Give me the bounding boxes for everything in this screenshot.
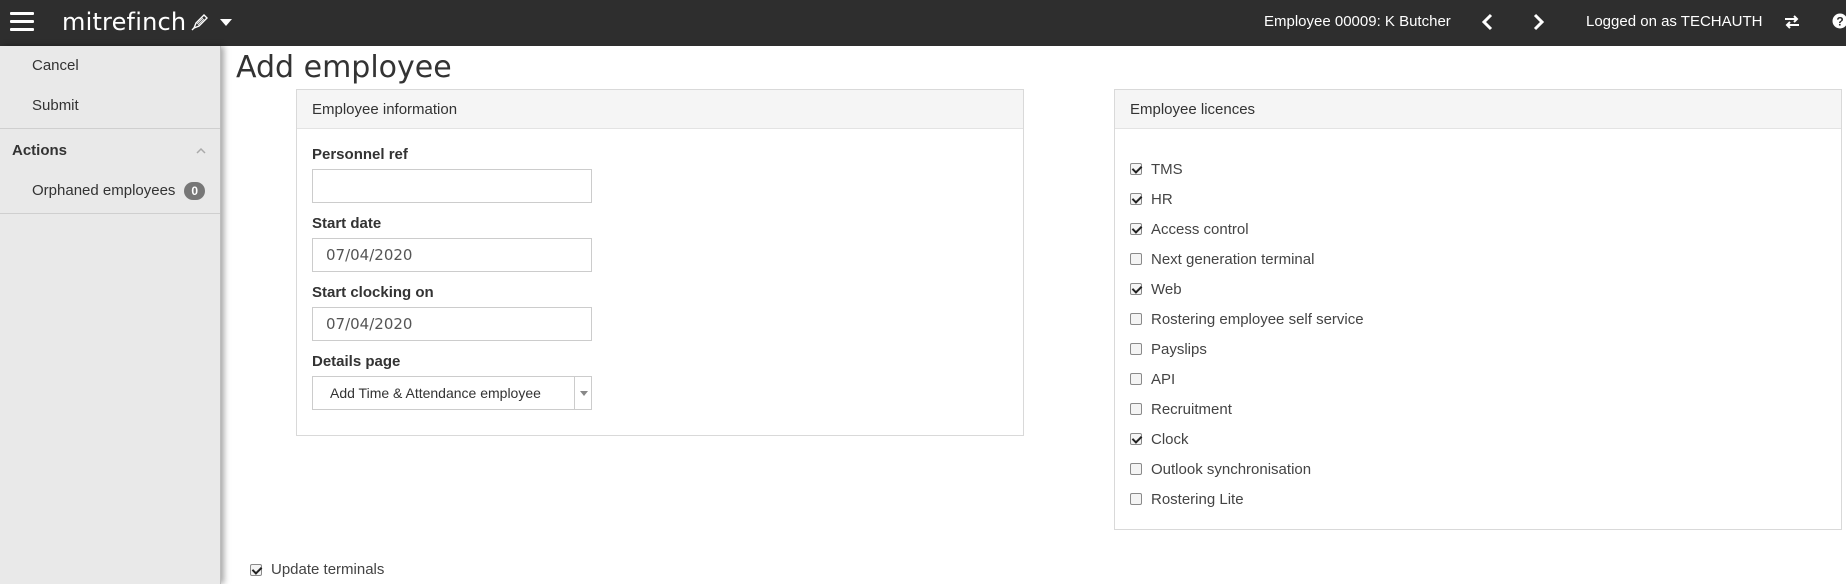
sidebar-item-orphaned-employees[interactable]: Orphaned employees 0 [0,171,220,211]
employee-information-panel: Employee information Personnel ref Start… [296,89,1024,436]
chevron-left-icon[interactable] [1479,12,1497,32]
licence-label: Payslips [1151,340,1207,358]
sidebar-divider [0,128,220,129]
checkbox-icon[interactable] [1130,343,1142,355]
checkbox-icon[interactable] [1130,223,1142,235]
licence-label: Next generation terminal [1151,250,1315,268]
swap-icon[interactable] [1782,12,1802,32]
actions-section-header: Actions [0,131,220,171]
licence-checkbox-row[interactable]: HR [1130,184,1364,214]
sidebar-divider [0,213,220,214]
licence-checkbox-row[interactable]: Web [1130,274,1364,304]
licence-label: Outlook synchronisation [1151,460,1312,478]
personnel-ref-input[interactable] [312,169,592,203]
licence-label: Access control [1151,220,1249,238]
panel-heading: Employee licences [1115,90,1841,129]
licence-label: HR [1151,190,1173,208]
brand-name: mitrefinch [62,8,187,36]
update-terminals-checkbox[interactable]: Update terminals [250,561,384,578]
checkbox-icon[interactable] [1130,403,1142,415]
checkbox-icon[interactable] [1130,433,1142,445]
checkbox-icon[interactable] [1130,253,1142,265]
licence-checkbox-row[interactable]: Clock [1130,424,1364,454]
details-page-label: Details page [312,353,401,370]
pen-icon [191,14,209,31]
chevron-up-icon[interactable] [196,147,206,155]
licence-checkbox-row[interactable]: Outlook synchronisation [1130,454,1364,484]
checkbox-icon[interactable] [1130,193,1142,205]
page-title: Add employee [236,50,452,85]
submit-link[interactable]: Submit [0,86,220,126]
employee-licences-panel: Employee licences TMS HR Access control Nex… [1114,89,1842,530]
licence-label: Rostering Lite [1151,490,1244,508]
logged-on-label: Logged on as TECHAUTH [1586,13,1763,30]
checkbox-icon[interactable] [1130,283,1142,295]
licence-checkbox-row[interactable]: API [1130,364,1364,394]
licence-checkbox-row[interactable]: TMS [1130,154,1364,184]
licence-label: Recruitment [1151,400,1232,418]
employee-title: Employee 00009: K Butcher [1264,13,1451,30]
licence-checkbox-row[interactable]: Rostering Lite [1130,484,1364,514]
licence-checkbox-row[interactable]: Payslips [1130,334,1364,364]
licence-checkbox-row[interactable]: Recruitment [1130,394,1364,424]
update-terminals-label: Update terminals [271,561,385,578]
details-page-value: Add Time & Attendance employee [330,385,541,401]
checkbox-icon[interactable] [1130,313,1142,325]
actions-title: Actions [12,142,68,159]
cancel-link[interactable]: Cancel [0,46,220,86]
licence-list: TMS HR Access control Next generation termi… [1130,154,1364,514]
dropdown-arrow-icon [580,391,588,396]
licence-checkbox-row[interactable]: Rostering employee self service [1130,304,1364,334]
personnel-ref-label: Personnel ref [312,146,408,163]
count-badge: 0 [184,182,205,200]
sidebar-item-label: Orphaned employees [32,182,176,199]
hamburger-icon[interactable] [10,12,34,32]
licence-label: API [1151,370,1176,388]
start-clocking-input[interactable]: 07/04/2020 [312,307,592,341]
start-clocking-label: Start clocking on [312,284,434,301]
sidebar: Cancel Submit Actions Orphaned employees… [0,46,221,584]
help-icon[interactable]: ? [1832,12,1846,30]
panel-heading: Employee information [297,90,1023,129]
checkbox-icon[interactable] [1130,493,1142,505]
svg-text:?: ? [1836,15,1843,29]
licence-label: TMS [1151,160,1183,178]
start-date-label: Start date [312,215,382,232]
caret-down-icon [220,18,233,26]
licence-label: Rostering employee self service [1151,310,1364,328]
licence-checkbox-row[interactable]: Next generation terminal [1130,244,1364,274]
chevron-right-icon[interactable] [1529,12,1547,32]
checkbox-icon[interactable] [1130,373,1142,385]
licence-label: Clock [1151,430,1189,448]
licence-label: Web [1151,280,1182,298]
select-divider [574,377,575,409]
brand-menu[interactable]: mitrefinch [62,8,233,36]
checkbox-icon[interactable] [1130,463,1142,475]
top-bar: mitrefinch Employee 00009: K Butcher Log… [0,0,1846,46]
details-page-select[interactable]: Add Time & Attendance employee [312,376,592,410]
start-date-input[interactable]: 07/04/2020 [312,238,592,272]
licence-checkbox-row[interactable]: Access control [1130,214,1364,244]
checkbox-icon[interactable] [1130,163,1142,175]
checkbox-icon[interactable] [250,563,262,576]
